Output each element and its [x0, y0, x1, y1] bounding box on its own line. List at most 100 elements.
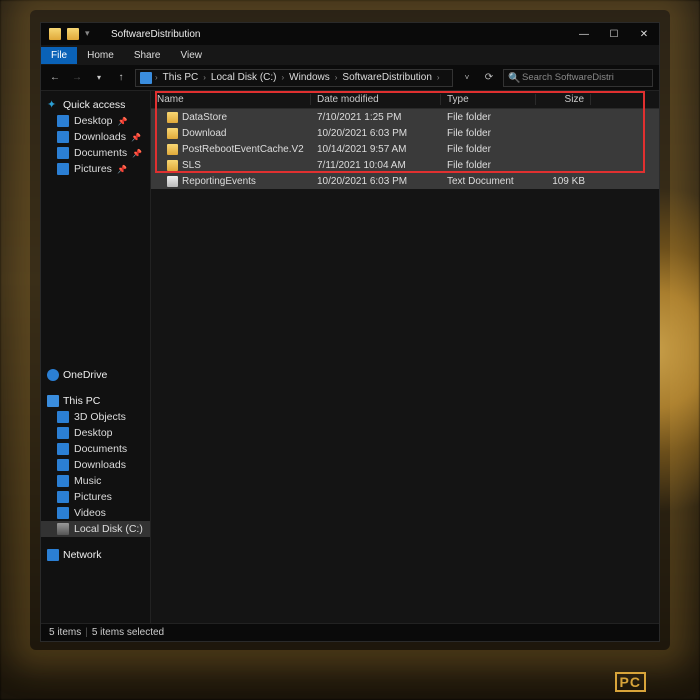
- pin-icon: 📌: [132, 149, 142, 158]
- table-row[interactable]: PostRebootEventCache.V2 10/14/2021 9:57 A…: [151, 141, 659, 157]
- column-header-name[interactable]: Name: [151, 94, 311, 105]
- file-date: 10/14/2021 9:57 AM: [311, 144, 441, 155]
- sidebar-item-pictures[interactable]: Pictures: [41, 489, 150, 505]
- file-date: 10/20/2021 6:03 PM: [311, 128, 441, 139]
- breadcrumb[interactable]: Local Disk (C:): [209, 72, 279, 83]
- file-name: PostRebootEventCache.V2: [182, 144, 304, 155]
- search-input[interactable]: 🔍 Search SoftwareDistri: [503, 69, 653, 87]
- disk-icon: [57, 523, 69, 535]
- navigation-pane: ✦ Quick access Desktop📌 Downloads📌 Docum…: [41, 91, 151, 623]
- file-date: 10/20/2021 6:03 PM: [311, 176, 441, 187]
- search-placeholder: Search SoftwareDistri: [522, 72, 614, 83]
- tab-share[interactable]: Share: [124, 47, 171, 64]
- chevron-right-icon[interactable]: ›: [202, 73, 207, 82]
- videos-icon: [57, 507, 69, 519]
- cloud-icon: [47, 369, 59, 381]
- chevron-right-icon[interactable]: ›: [436, 73, 441, 82]
- addr-dropdown[interactable]: ˅: [459, 70, 475, 86]
- sidebar-item-downloads[interactable]: Downloads: [41, 457, 150, 473]
- sidebar-item-desktop[interactable]: Desktop: [41, 425, 150, 441]
- minimize-button[interactable]: —: [569, 23, 599, 45]
- sidebar-item-videos[interactable]: Videos: [41, 505, 150, 521]
- sidebar-item-documents[interactable]: Documents: [41, 441, 150, 457]
- breadcrumb[interactable]: Windows: [287, 72, 332, 83]
- qat-icon[interactable]: [67, 28, 79, 40]
- forward-button[interactable]: →: [69, 70, 85, 86]
- column-headers: Name Date modified Type Size: [151, 91, 659, 109]
- close-button[interactable]: ✕: [629, 23, 659, 45]
- folder-icon: [167, 128, 178, 139]
- file-date: 7/10/2021 1:25 PM: [311, 112, 441, 123]
- desktop-icon: [57, 427, 69, 439]
- pin-icon: 📌: [131, 133, 141, 142]
- address-bar[interactable]: › This PC › Local Disk (C:) › Windows › …: [135, 69, 453, 87]
- sidebar-item-quick-access[interactable]: ✦ Quick access: [41, 97, 150, 113]
- pc-icon: [47, 395, 59, 407]
- back-button[interactable]: ←: [47, 70, 63, 86]
- table-row[interactable]: DataStore 7/10/2021 1:25 PMFile folder: [151, 109, 659, 125]
- ribbon-tabs: File Home Share View: [41, 45, 659, 65]
- chevron-right-icon[interactable]: ›: [280, 73, 285, 82]
- qat-dropdown-icon[interactable]: ▾: [85, 28, 97, 40]
- 3d-icon: [57, 411, 69, 423]
- history-dropdown[interactable]: ▾: [91, 70, 107, 86]
- column-header-size[interactable]: Size: [536, 94, 591, 105]
- file-icon: [167, 176, 178, 187]
- file-type: File folder: [441, 112, 536, 123]
- folder-icon: [167, 144, 178, 155]
- file-type: File folder: [441, 144, 536, 155]
- pin-icon: 📌: [117, 165, 127, 174]
- search-icon: 🔍: [508, 73, 518, 83]
- documents-icon: [57, 443, 69, 455]
- up-button[interactable]: ↑: [113, 70, 129, 86]
- status-bar: 5 items | 5 items selected: [41, 623, 659, 641]
- status-count: 5 items: [49, 627, 81, 638]
- tab-view[interactable]: View: [171, 47, 213, 64]
- file-name: ReportingEvents: [182, 176, 256, 187]
- pin-icon: 📌: [118, 117, 128, 126]
- pc-icon: [140, 72, 152, 84]
- sidebar-item-onedrive[interactable]: OneDrive: [41, 367, 150, 383]
- window-title: SoftwareDistribution: [105, 29, 200, 40]
- pictures-icon: [57, 491, 69, 503]
- sidebar-item-this-pc[interactable]: This PC: [41, 393, 150, 409]
- file-name: SLS: [182, 160, 201, 171]
- watermark: PC: [611, 672, 650, 692]
- chevron-right-icon[interactable]: ›: [334, 73, 339, 82]
- sidebar-item-network[interactable]: Network: [41, 547, 150, 563]
- file-list: Name Date modified Type Size DataStore 7/…: [151, 91, 659, 623]
- nav-bar: ← → ▾ ↑ › This PC › Local Disk (C:) › Wi…: [41, 65, 659, 91]
- sidebar-item-local-disk-c[interactable]: Local Disk (C:): [41, 521, 150, 537]
- network-icon: [47, 549, 59, 561]
- sidebar-item-documents[interactable]: Documents📌: [41, 145, 150, 161]
- sidebar-item-desktop[interactable]: Desktop📌: [41, 113, 150, 129]
- column-header-type[interactable]: Type: [441, 94, 536, 105]
- star-icon: ✦: [47, 99, 59, 111]
- sidebar-item-music[interactable]: Music: [41, 473, 150, 489]
- table-row[interactable]: SLS7/11/2021 10:04 AMFile folder: [151, 157, 659, 173]
- desktop-icon: [57, 115, 69, 127]
- chevron-right-icon[interactable]: ›: [154, 73, 159, 82]
- table-row[interactable]: Download10/20/2021 6:03 PMFile folder: [151, 125, 659, 141]
- sidebar-item-3d-objects[interactable]: 3D Objects: [41, 409, 150, 425]
- sidebar-item-downloads[interactable]: Downloads📌: [41, 129, 150, 145]
- file-name: DataStore: [182, 112, 227, 123]
- table-row[interactable]: ReportingEvents10/20/2021 6:03 PMText Do…: [151, 173, 659, 189]
- folder-icon: [167, 160, 178, 171]
- music-icon: [57, 475, 69, 487]
- tab-file[interactable]: File: [41, 47, 77, 64]
- refresh-button[interactable]: ⟳: [481, 70, 497, 86]
- tab-home[interactable]: Home: [77, 47, 124, 64]
- file-name: Download: [182, 128, 226, 139]
- sidebar-item-pictures[interactable]: Pictures📌: [41, 161, 150, 177]
- column-header-date[interactable]: Date modified: [311, 94, 441, 105]
- file-size: 109 KB: [536, 176, 591, 187]
- title-bar: ▾ SoftwareDistribution — ☐ ✕: [41, 23, 659, 45]
- file-date: 7/11/2021 10:04 AM: [311, 160, 441, 171]
- breadcrumb[interactable]: SoftwareDistribution: [340, 72, 433, 83]
- explorer-window: ▾ SoftwareDistribution — ☐ ✕ File Home S…: [40, 22, 660, 642]
- status-selected: 5 items selected: [92, 627, 164, 638]
- breadcrumb[interactable]: This PC: [161, 72, 201, 83]
- maximize-button[interactable]: ☐: [599, 23, 629, 45]
- downloads-icon: [57, 459, 69, 471]
